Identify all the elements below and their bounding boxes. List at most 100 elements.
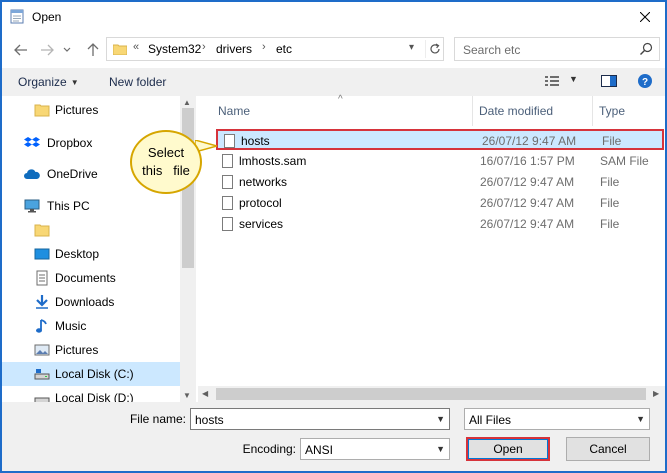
scroll-right-icon[interactable]: ▶	[653, 389, 659, 398]
dropbox-icon	[24, 137, 40, 147]
refresh-button[interactable]	[425, 40, 443, 58]
sidebar-item-local-disk-c[interactable]: Local Disk (C:)	[2, 362, 180, 386]
file-icon	[224, 134, 235, 148]
chevron-down-icon: ▼	[70, 78, 79, 87]
music-icon	[36, 319, 47, 333]
file-name: protocol	[239, 196, 282, 210]
refresh-icon	[429, 43, 440, 54]
file-name-input[interactable]: hosts ▼	[190, 408, 450, 430]
sidebar-item-local-disk-d[interactable]: Local Disk (D:)	[2, 386, 180, 402]
dialog-footer: File name: hosts ▼ All Files ▼ Encoding:…	[2, 402, 665, 471]
address-dropdown-icon[interactable]: ▾	[409, 42, 414, 53]
file-type: File	[600, 175, 620, 189]
onedrive-icon	[24, 169, 40, 179]
sidebar-item-pictures-library[interactable]: Pictures	[2, 338, 180, 362]
disk-icon	[34, 397, 50, 402]
file-date: 26/07/12 9:47 AM	[480, 196, 575, 210]
view-dropdown-icon[interactable]: ▼	[569, 74, 578, 84]
desktop-icon	[34, 248, 50, 260]
file-icon	[222, 154, 233, 168]
search-box[interactable]: Search etc	[454, 37, 660, 61]
column-divider[interactable]	[472, 96, 473, 126]
breadcrumb-etc[interactable]: etc	[276, 42, 292, 56]
close-icon	[640, 12, 650, 22]
column-divider[interactable]	[592, 96, 593, 126]
organize-button[interactable]: Organize ▼	[18, 75, 79, 89]
file-date: 16/07/16 1:57 PM	[480, 154, 575, 168]
sidebar-item-label: Local Disk (D:)	[55, 391, 134, 402]
file-name-value: hosts	[195, 413, 224, 427]
sidebar-item-label: Documents	[55, 271, 116, 285]
pc-icon	[24, 199, 40, 213]
file-row-hosts[interactable]: hosts 26/07/12 9:47 AM File	[216, 129, 664, 150]
file-name: networks	[239, 175, 288, 189]
column-header-type[interactable]: Type	[599, 104, 625, 118]
svg-text:?: ?	[642, 77, 648, 88]
column-header-date[interactable]: Date modified	[479, 104, 553, 118]
file-row-services[interactable]: services 26/07/12 9:47 AM File	[216, 214, 664, 235]
file-type-filter[interactable]: All Files ▼	[464, 408, 650, 430]
new-folder-button[interactable]: New folder	[109, 75, 166, 89]
file-list-scrollbar[interactable]: ◀ ▶	[198, 386, 665, 402]
scroll-up-icon[interactable]: ▲	[183, 98, 191, 107]
address-bar[interactable]: « System32 › drivers › etc ▾	[106, 37, 444, 61]
sidebar-item-folder[interactable]	[2, 218, 180, 242]
sidebar-item-this-pc[interactable]: This PC	[2, 194, 180, 218]
file-row-lmhosts[interactable]: lmhosts.sam 16/07/16 1:57 PM SAM File	[216, 151, 664, 172]
folder-icon	[113, 44, 127, 55]
arrow-left-icon	[14, 44, 27, 56]
chevron-down-icon[interactable]: ▼	[436, 444, 445, 454]
file-date: 26/07/12 9:47 AM	[482, 134, 577, 148]
scrollbar-thumb[interactable]	[216, 388, 646, 400]
forward-button[interactable]	[36, 39, 58, 61]
arrow-up-icon	[87, 43, 99, 56]
folder-icon	[34, 224, 50, 237]
chevron-down-icon[interactable]: ▼	[436, 414, 445, 424]
title-bar: Open	[2, 2, 665, 32]
close-button[interactable]	[631, 4, 659, 30]
sidebar-item-music[interactable]: Music	[2, 314, 180, 338]
preview-pane-icon[interactable]	[600, 73, 618, 89]
sidebar-item-documents[interactable]: Documents	[2, 266, 180, 290]
sidebar-item-downloads[interactable]: Downloads	[2, 290, 180, 314]
column-header-name[interactable]: Name	[218, 104, 250, 118]
file-name-label: File name:	[129, 412, 186, 426]
breadcrumb-separator: ›	[262, 41, 266, 53]
cancel-button[interactable]: Cancel	[566, 437, 650, 461]
notepad-icon	[10, 9, 24, 24]
scroll-left-icon[interactable]: ◀	[202, 389, 208, 398]
search-placeholder: Search etc	[463, 43, 521, 57]
column-header-label: Name	[218, 104, 251, 118]
up-button[interactable]	[82, 39, 104, 61]
sidebar-item-label: OneDrive	[47, 167, 98, 181]
chevron-down-icon[interactable]: ▼	[636, 414, 645, 424]
search-icon	[640, 42, 653, 55]
sidebar-item-label: Desktop	[55, 247, 100, 261]
scroll-down-icon[interactable]: ▼	[183, 391, 191, 400]
file-name: services	[239, 217, 284, 231]
file-row-networks[interactable]: networks 26/07/12 9:47 AM File	[216, 172, 664, 193]
file-row-protocol[interactable]: protocol 26/07/12 9:47 AM File	[216, 193, 664, 214]
encoding-select[interactable]: ANSI ▼	[300, 438, 450, 460]
pictures-icon	[34, 344, 50, 356]
sidebar-item-label: Pictures	[55, 343, 99, 357]
recent-locations-button[interactable]	[60, 39, 74, 61]
address-overflow[interactable]: «	[133, 41, 139, 53]
help-icon[interactable]: ?	[636, 73, 654, 89]
file-type-filter-value: All Files	[469, 413, 512, 427]
breadcrumb-system32[interactable]: System32	[148, 42, 201, 56]
sidebar-item-label: Downloads	[55, 295, 115, 309]
file-name: lmhosts.sam	[239, 154, 307, 168]
folder-icon	[34, 104, 50, 117]
sidebar-item-desktop[interactable]: Desktop	[2, 242, 180, 266]
sidebar-item-pictures[interactable]: Pictures	[2, 98, 180, 122]
open-button[interactable]: Open	[466, 437, 550, 461]
sidebar-item-label: Music	[55, 319, 87, 333]
file-icon	[222, 196, 233, 210]
breadcrumb-drivers[interactable]: drivers	[216, 42, 252, 56]
back-button[interactable]	[10, 39, 32, 61]
callout-line: Select	[147, 145, 185, 160]
file-type: File	[600, 196, 620, 210]
view-options-icon[interactable]	[544, 73, 562, 89]
chevron-down-icon	[63, 47, 71, 52]
